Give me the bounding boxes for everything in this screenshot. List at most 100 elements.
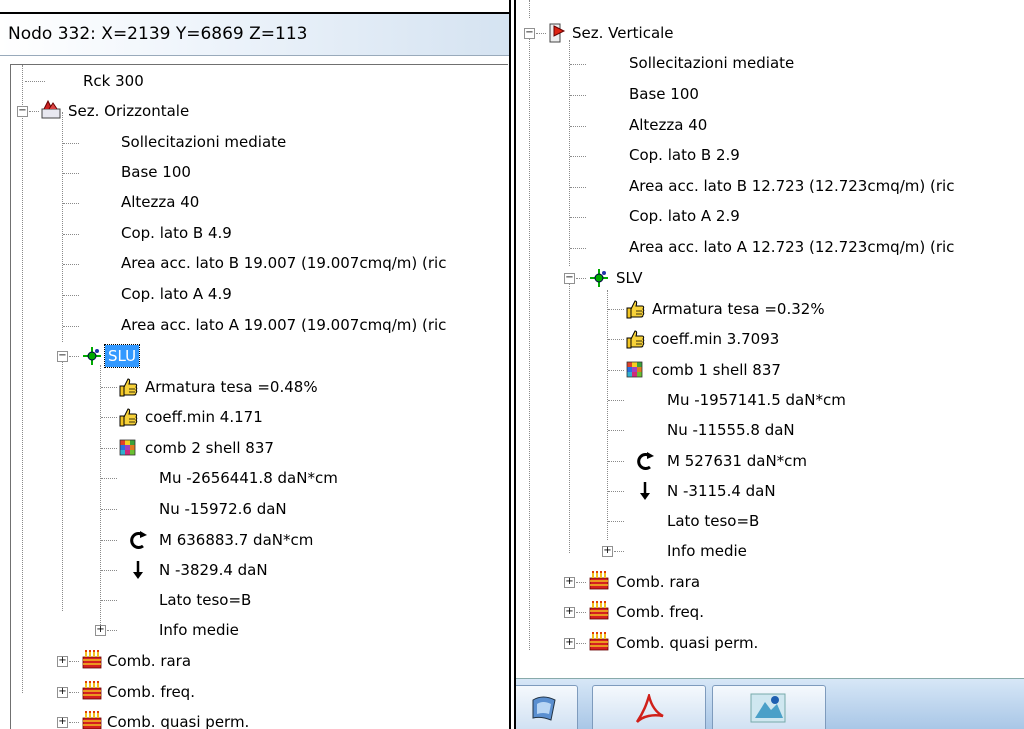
thumbs-up-icon bbox=[624, 298, 646, 320]
item-label: N -3829.4 daN bbox=[159, 561, 268, 579]
item-label: M 527631 daN*cm bbox=[667, 452, 808, 470]
item-label: Altezza 40 bbox=[121, 193, 200, 211]
rck-label: Rck 300 bbox=[83, 72, 144, 90]
item-label: Nu -15972.6 daN bbox=[159, 500, 287, 518]
crosshair-icon bbox=[588, 267, 610, 289]
expand-icon[interactable]: + bbox=[602, 546, 613, 557]
expand-icon[interactable]: + bbox=[564, 638, 575, 649]
left-panel: Nodo 332: X=2139 Y=6869 Z=113 Rck 300 − … bbox=[0, 0, 511, 729]
expand-icon[interactable]: + bbox=[564, 577, 575, 588]
thumbs-up-icon bbox=[117, 406, 139, 428]
cake-icon bbox=[81, 648, 103, 670]
slv-label: SLV bbox=[616, 269, 643, 287]
item-label: coeff.min 3.7093 bbox=[652, 330, 780, 348]
tree-node-comb-freq[interactable]: + Comb. freq. bbox=[11, 677, 311, 707]
expand-icon[interactable]: + bbox=[57, 717, 68, 728]
item-label: comb 1 shell 837 bbox=[652, 361, 781, 379]
item-label: Comb. freq. bbox=[107, 683, 195, 701]
item-label: Sollecitazioni mediate bbox=[121, 133, 287, 151]
item-label: Comb. rara bbox=[107, 652, 192, 670]
down-arrow-icon bbox=[127, 559, 149, 581]
item-label: Base 100 bbox=[629, 85, 699, 103]
tree-node-sez-verticale[interactable]: − Sez. Verticale bbox=[516, 18, 816, 48]
item-label: Cop. lato B 2.9 bbox=[629, 146, 740, 164]
thumbs-up-icon bbox=[117, 376, 139, 398]
item-label: Nu -11555.8 daN bbox=[667, 421, 795, 439]
tree-guide bbox=[62, 112, 63, 342]
expand-icon[interactable]: + bbox=[564, 607, 575, 618]
item-label: Sollecitazioni mediate bbox=[629, 54, 795, 72]
tree-node-comb-freq[interactable]: + Comb. freq. bbox=[516, 597, 816, 627]
colored-grid-icon bbox=[624, 359, 646, 381]
cake-icon bbox=[588, 569, 610, 591]
item-label: Area acc. lato B 12.723 (12.723cmq/m) (r… bbox=[629, 177, 955, 195]
item-label: N -3115.4 daN bbox=[667, 482, 776, 500]
item-label: Comb. quasi perm. bbox=[616, 634, 759, 652]
pdf-icon bbox=[635, 694, 664, 723]
tree-guide bbox=[22, 65, 23, 693]
expand-icon[interactable]: + bbox=[57, 656, 68, 667]
item-label: Cop. lato A 4.9 bbox=[121, 285, 232, 303]
taskbar-button-pdf[interactable] bbox=[592, 685, 706, 729]
sez-orizzontale-label: Sez. Orizzontale bbox=[68, 102, 190, 120]
collapse-icon[interactable]: − bbox=[524, 28, 535, 39]
tree-node-comb-quasi[interactable]: + Comb. quasi perm. bbox=[516, 628, 816, 658]
item-label: Area acc. lato A 12.723 (12.723cmq/m) (r… bbox=[629, 238, 955, 256]
tree-node-comb-rara[interactable]: + Comb. rara bbox=[11, 646, 311, 676]
item-label: Area acc. lato B 19.007 (19.007cmq/m) (r… bbox=[121, 254, 447, 272]
curved-arrow-icon bbox=[634, 450, 656, 472]
tree-node-comb-rara[interactable]: + Comb. rara bbox=[516, 567, 816, 597]
item-label: Area acc. lato A 19.007 (19.007cmq/m) (r… bbox=[121, 316, 447, 334]
taskbar-button-image[interactable] bbox=[712, 685, 826, 729]
node-title: Nodo 332: X=2139 Y=6869 Z=113 bbox=[8, 24, 308, 44]
cake-icon bbox=[588, 599, 610, 621]
expand-icon[interactable]: + bbox=[95, 625, 106, 636]
left-tree-frame: Rck 300 − Sez. Orizzontale Sollecitazion… bbox=[10, 64, 508, 729]
expand-icon[interactable]: + bbox=[57, 687, 68, 698]
item-label: Lato teso=B bbox=[667, 512, 760, 530]
crosshair-icon bbox=[81, 345, 103, 367]
tree-node-slv[interactable]: − SLV bbox=[516, 263, 816, 293]
tree-node-info-medie[interactable]: + Info medie bbox=[11, 615, 311, 645]
image-icon bbox=[750, 693, 786, 723]
item-label: coeff.min 4.171 bbox=[145, 408, 263, 426]
colored-grid-icon bbox=[117, 437, 139, 459]
item-label: comb 2 shell 837 bbox=[145, 439, 274, 457]
left-tree: Rck 300 − Sez. Orizzontale Sollecitazion… bbox=[11, 65, 508, 729]
thumbs-up-icon bbox=[624, 328, 646, 350]
cake-icon bbox=[81, 679, 103, 701]
taskbar-button-app[interactable] bbox=[516, 685, 578, 729]
item-label: Cop. lato B 4.9 bbox=[121, 224, 232, 242]
item-label: Comb. quasi perm. bbox=[107, 713, 250, 729]
collapse-icon[interactable]: − bbox=[564, 273, 575, 284]
tree-guide bbox=[100, 365, 101, 631]
collapse-icon[interactable]: − bbox=[17, 106, 28, 117]
item-label: Info medie bbox=[159, 621, 239, 639]
item-label: Info medie bbox=[667, 542, 747, 560]
item-label: Armatura tesa =0.32% bbox=[652, 300, 825, 318]
tree-guide bbox=[62, 358, 63, 611]
item-label: Comb. freq. bbox=[616, 603, 704, 621]
item-label: M 636883.7 daN*cm bbox=[159, 531, 314, 549]
tree-node-info-medie[interactable]: + Info medie bbox=[516, 536, 816, 566]
right-tree: − Sez. Verticale Sollecitazioni mediate … bbox=[516, 0, 1024, 729]
item-label: Armatura tesa =0.48% bbox=[145, 378, 318, 396]
tree-node-slu[interactable]: − SLU bbox=[11, 341, 311, 371]
curved-arrow-icon bbox=[127, 529, 149, 551]
node-title-bar: Nodo 332: X=2139 Y=6869 Z=113 bbox=[0, 12, 509, 56]
taskbar bbox=[516, 678, 1024, 729]
item-label: Base 100 bbox=[121, 163, 191, 181]
item-label: Mu -2656441.8 daN*cm bbox=[159, 469, 338, 487]
item-label: Cop. lato A 2.9 bbox=[629, 207, 740, 225]
right-panel: − Sez. Verticale Sollecitazioni mediate … bbox=[514, 0, 1024, 729]
collapse-icon[interactable]: − bbox=[57, 351, 68, 362]
tree-node-comb-quasi[interactable]: + Comb. quasi perm. bbox=[11, 707, 311, 729]
slu-label: SLU bbox=[103, 344, 141, 368]
item-label: Mu -1957141.5 daN*cm bbox=[667, 391, 846, 409]
cake-icon bbox=[588, 630, 610, 652]
sez-verticale-label: Sez. Verticale bbox=[572, 24, 674, 42]
down-arrow-icon bbox=[634, 480, 656, 502]
item-label: Lato teso=B bbox=[159, 591, 252, 609]
item-label: Altezza 40 bbox=[629, 116, 708, 134]
tree-node-sez-orizzontale[interactable]: − Sez. Orizzontale bbox=[11, 96, 311, 126]
